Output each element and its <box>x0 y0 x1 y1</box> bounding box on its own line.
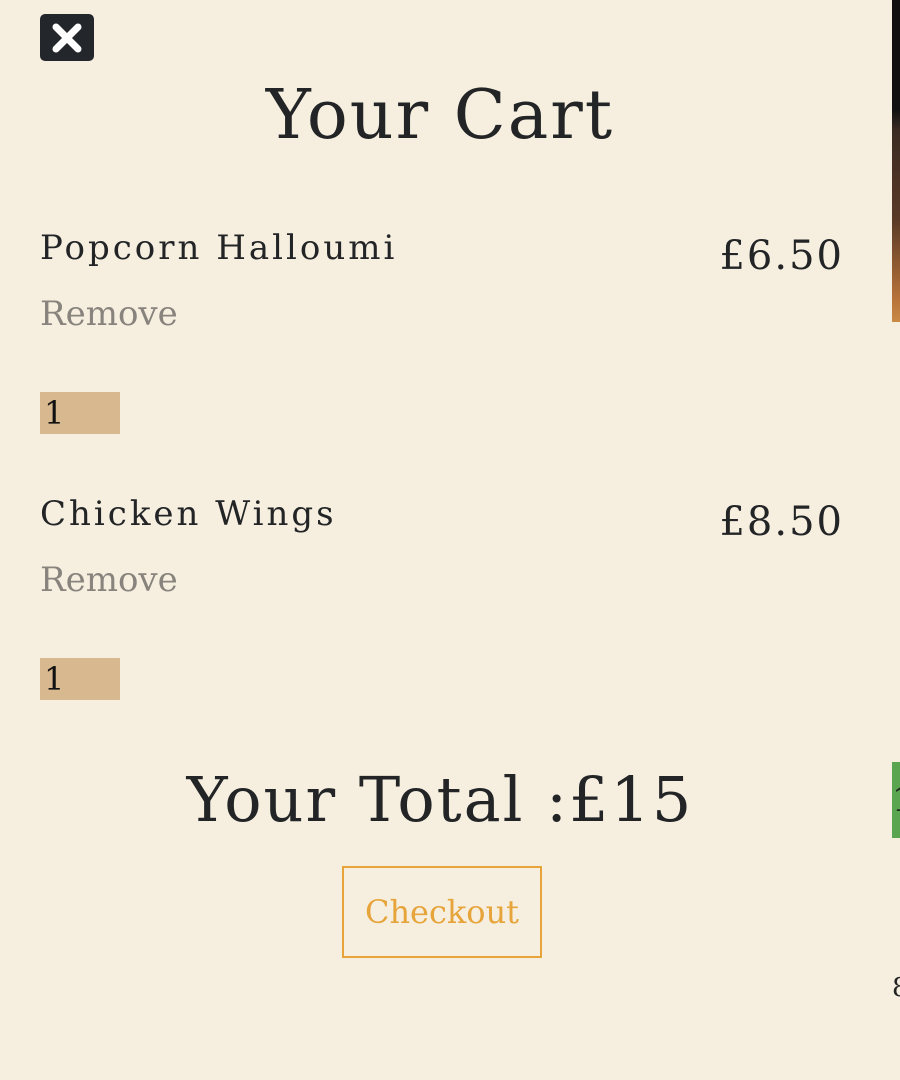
background-hero-image <box>892 0 900 322</box>
item-name: Popcorn Halloumi <box>40 228 398 268</box>
background-green-button: 1 <box>892 762 900 838</box>
close-button[interactable] <box>40 14 94 61</box>
cart-total: Your Total :£15 <box>186 763 694 836</box>
background-page-edge: 1 8 <box>892 0 900 1080</box>
cart-item: Chicken Wings £8.50 Remove <box>40 494 844 714</box>
item-price: £6.50 <box>719 233 844 279</box>
item-name: Chicken Wings <box>40 494 337 534</box>
page: Your Cart Popcorn Halloumi £6.50 Remove … <box>0 0 900 1080</box>
background-button-label: 1 <box>892 780 900 820</box>
cart-panel: Your Cart Popcorn Halloumi £6.50 Remove … <box>0 0 892 1080</box>
checkout-button[interactable]: Checkout <box>342 866 542 958</box>
item-price: £8.50 <box>719 499 844 545</box>
remove-button[interactable]: Remove <box>40 560 178 600</box>
quantity-input[interactable] <box>40 392 120 434</box>
remove-button[interactable]: Remove <box>40 294 178 334</box>
quantity-input[interactable] <box>40 658 120 700</box>
cart-title: Your Cart <box>265 76 615 155</box>
cart-item: Popcorn Halloumi £6.50 Remove <box>40 228 844 448</box>
background-partial-number: 8 <box>892 972 900 1004</box>
